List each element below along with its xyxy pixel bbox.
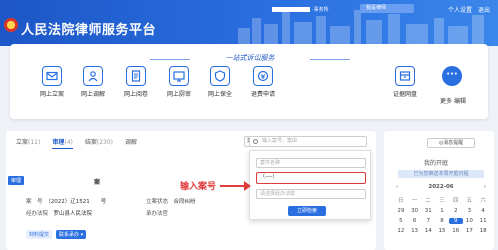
calendar-day[interactable]: 18: [476, 228, 490, 234]
mail-icon: [42, 66, 62, 86]
tab-filing[interactable]: 立案(11): [16, 137, 40, 149]
weekday-label: 五: [466, 198, 473, 204]
more-label[interactable]: 更多: [440, 98, 452, 105]
weekday-label: 二: [425, 198, 432, 204]
search-icon: [253, 139, 258, 144]
lawyer-role-button[interactable]: 我是律师: [360, 4, 414, 13]
calendar-day[interactable]: 3: [463, 208, 477, 214]
case-number-field[interactable]: （----）: [256, 172, 366, 184]
service-label: 网上保全: [207, 91, 232, 98]
weekday-label: 一: [411, 198, 418, 204]
prev-month-icon[interactable]: ‹: [396, 184, 398, 190]
service-label: 网上厨审: [166, 91, 191, 98]
calendar-day[interactable]: 31: [421, 208, 435, 214]
search-submit-button[interactable]: 立即检索: [288, 206, 326, 216]
more-services-button[interactable]: ···: [442, 66, 462, 86]
calendar-day[interactable]: 2: [449, 208, 463, 214]
case-tabs: 立案(11) 审理(4) 结案(230) 调解: [16, 137, 137, 149]
calendar-header: ‹ 2022-06 ›: [396, 184, 486, 190]
service-refund-request[interactable]: 退费申请: [240, 66, 286, 98]
calendar-day[interactable]: 29: [394, 208, 408, 214]
logout-link[interactable]: 退出: [478, 5, 490, 14]
refund-icon: [253, 66, 273, 86]
submit-materials-button[interactable]: 材料提交: [26, 230, 53, 239]
service-online-preservation[interactable]: 网上保全: [197, 66, 243, 98]
masked-case-title: [36, 177, 92, 183]
service-online-filing[interactable]: 网上立案: [29, 66, 75, 98]
people-icon: [83, 66, 103, 86]
archive-icon: [395, 66, 415, 86]
calendar-day[interactable]: 13: [408, 228, 422, 234]
more-edit-label: 更多 编辑: [440, 96, 466, 105]
calendar-day[interactable]: 8: [435, 218, 449, 224]
tab-mediation[interactable]: 调解: [125, 137, 137, 149]
court-select[interactable]: 请选择经办法院: [256, 189, 366, 199]
page-title: 人民法院律师服务平台: [21, 23, 157, 38]
monitor-icon: [169, 66, 189, 86]
case-title-suffix: 案: [94, 179, 101, 186]
case-search-input[interactable]: 输入案号、案由: [249, 136, 367, 147]
shield-icon: [210, 66, 230, 86]
service-label: 退费申请: [250, 91, 275, 98]
calendar-day[interactable]: 6: [408, 218, 422, 224]
tab-trial[interactable]: 审理(4): [52, 137, 73, 149]
contact-judge-button[interactable]: 联系承办 ▾: [56, 230, 87, 239]
weekday-label: 日: [398, 198, 404, 204]
court-row: 经办法院 罗山县人民法院: [26, 211, 93, 217]
service-label: 网上立案: [39, 91, 64, 98]
status-row: 立案状态 合同纠纷: [146, 199, 196, 205]
calendar-day[interactable]: 11: [476, 218, 490, 224]
calendar-day[interactable]: 30: [408, 208, 422, 214]
calendar-day[interactable]: 4: [476, 208, 490, 214]
calendar-day[interactable]: 15: [435, 228, 449, 234]
calendar-day[interactable]: 7: [421, 218, 435, 224]
slogan: 一站式诉讼服务: [225, 54, 275, 62]
next-month-icon[interactable]: ›: [484, 184, 486, 190]
service-online-hearing[interactable]: 网上厨审: [156, 66, 202, 98]
calendar-day[interactable]: 9: [448, 218, 463, 224]
service-label: 网上阅卷: [123, 91, 148, 98]
user-name: ·事务所: [272, 6, 329, 13]
calendar-subtitle: 已为您推送本周开庭日程: [398, 170, 484, 178]
calendar-day[interactable]: 16: [449, 228, 463, 234]
calendar-grid: 日一二三四五六 29 30 31 1 2 3 4 5 6 7 8 9 10 11 12 13 14 15 16 17 18: [394, 196, 490, 234]
calendar-day[interactable]: 12: [394, 228, 408, 234]
calendar-day[interactable]: 5: [394, 218, 408, 224]
service-online-mediation[interactable]: 网上调解: [70, 66, 116, 98]
service-label: 证据网盘: [392, 91, 417, 98]
annotation-arrow-line: [220, 185, 246, 187]
calendar-month: 2022-06: [428, 184, 454, 190]
service-evidence-drive[interactable]: 证据网盘: [382, 66, 428, 98]
slogan-divider-right: [310, 59, 350, 60]
weekday-label: 四: [452, 198, 459, 204]
weekday-label: 六: [480, 198, 486, 204]
service-online-review[interactable]: 网上阅卷: [113, 66, 159, 98]
status-badge: 审理: [8, 176, 25, 185]
weekday-label: 三: [439, 198, 445, 204]
annotation-text: 输入案号: [180, 182, 217, 192]
message-reminder-button[interactable]: ◎消息提醒: [427, 138, 475, 148]
user-firm: ·事务所: [312, 7, 329, 13]
calendar-day[interactable]: 17: [463, 228, 477, 234]
case-name-field[interactable]: 案件名称: [256, 158, 366, 168]
personal-settings-link[interactable]: 个人设置: [448, 5, 472, 14]
masked-name: [272, 7, 310, 12]
court-emblem-icon: [4, 18, 18, 32]
case-number-row: 案 号 （2022）辽1521 号: [26, 199, 107, 205]
slogan-divider-left: [150, 59, 190, 60]
service-label: 网上调解: [80, 91, 105, 98]
search-dropdown: 案件名称 （----） 请选择经办法院 立即检索: [249, 150, 371, 220]
judge-row: 承办法官: [146, 211, 169, 217]
calendar-title: 我的开庭: [424, 160, 449, 167]
document-icon: [126, 66, 146, 86]
tab-closed[interactable]: 结案(230): [85, 137, 113, 149]
calendar-day[interactable]: 1: [435, 208, 449, 214]
calendar-day[interactable]: 10: [463, 218, 477, 224]
calendar-day[interactable]: 14: [421, 228, 435, 234]
annotation-arrow-icon: [244, 181, 251, 191]
edit-label[interactable]: 编辑: [454, 98, 466, 105]
